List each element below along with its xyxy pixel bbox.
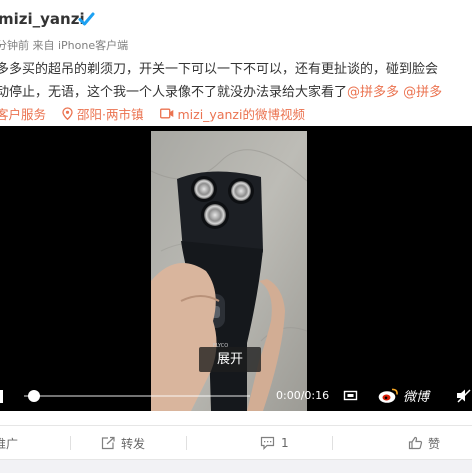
- weibo-label: 微博: [403, 390, 430, 405]
- weibo-eye-icon: [378, 388, 398, 403]
- comment-button[interactable]: 1: [260, 426, 289, 460]
- video-link-label: mizi_yanzi的微博视频: [177, 107, 305, 122]
- expand-button[interactable]: 展开: [199, 347, 261, 372]
- video-icon: [159, 108, 173, 119]
- post-text-line-2: 动停止，无语，这个我一个人录像不了就没办法录给大家看了@拼多多 @拼多: [0, 81, 472, 104]
- comment-count: 1: [281, 436, 289, 450]
- video-player[interactable]: FLYCO 展开 0:00/0:16 微博: [0, 126, 472, 411]
- progress-handle[interactable]: [27, 390, 40, 402]
- video-link[interactable]: mizi_yanzi的微博视频: [159, 104, 305, 123]
- promote-button[interactable]: 推广: [0, 426, 18, 460]
- comment-icon: [260, 436, 275, 450]
- like-button[interactable]: 赞: [408, 426, 440, 460]
- location-pin-icon: [62, 107, 73, 120]
- volume-icon[interactable]: [456, 388, 472, 403]
- repost-button[interactable]: 转发: [101, 426, 145, 460]
- feed-gap: [0, 459, 472, 473]
- post-meta: 分钟前 来自 iPhone客户端: [0, 39, 129, 52]
- divider: [332, 436, 333, 450]
- divider: [186, 436, 187, 450]
- video-controls: 0:00/0:16 微博: [0, 382, 472, 411]
- verified-icon: [78, 12, 95, 26]
- mention-link[interactable]: @拼多多: [347, 85, 399, 100]
- fullscreen-icon[interactable]: [343, 388, 358, 403]
- post-text-line-1: 多多买的超吊的剃须刀，开关一下可以一下不可以，还有更扯谈的，碰到脸会: [0, 62, 439, 77]
- location-label: 邵阳·两市镇: [77, 107, 144, 122]
- location-link[interactable]: 邵阳·两市镇: [62, 104, 144, 123]
- post-links: 客户服务 邵阳·两市镇 mizi_yanzi的微博视频: [0, 104, 321, 123]
- service-label: 客户服务: [0, 107, 47, 122]
- weibo-logo[interactable]: 微博: [378, 386, 429, 405]
- pause-icon[interactable]: [0, 390, 3, 403]
- post-header: mizi_yanzi 分钟前 来自 iPhone客户端 多多买的超吊的剃须刀，开…: [0, 0, 472, 126]
- time-display: 0:00/0:16: [276, 389, 330, 402]
- divider: [70, 436, 71, 450]
- like-label: 赞: [428, 436, 441, 451]
- thumbs-up-icon: [408, 436, 423, 450]
- action-bar: 推广 转发 1 赞: [0, 425, 472, 460]
- post-text: 多多买的超吊的剃须刀，开关一下可以一下不可以，还有更扯谈的，碰到脸会 动停止，无…: [0, 58, 472, 104]
- promote-label: 推广: [0, 436, 19, 451]
- repost-label: 转发: [121, 436, 146, 451]
- service-link[interactable]: 客户服务: [0, 104, 46, 123]
- repost-icon: [101, 436, 115, 450]
- progress-track[interactable]: [24, 395, 250, 397]
- mention-link[interactable]: @拼多: [403, 85, 442, 100]
- post-text-line-2-content: 动停止，无语，这个我一个人录像不了就没办法录给大家看了: [0, 85, 348, 100]
- username[interactable]: mizi_yanzi: [0, 10, 85, 28]
